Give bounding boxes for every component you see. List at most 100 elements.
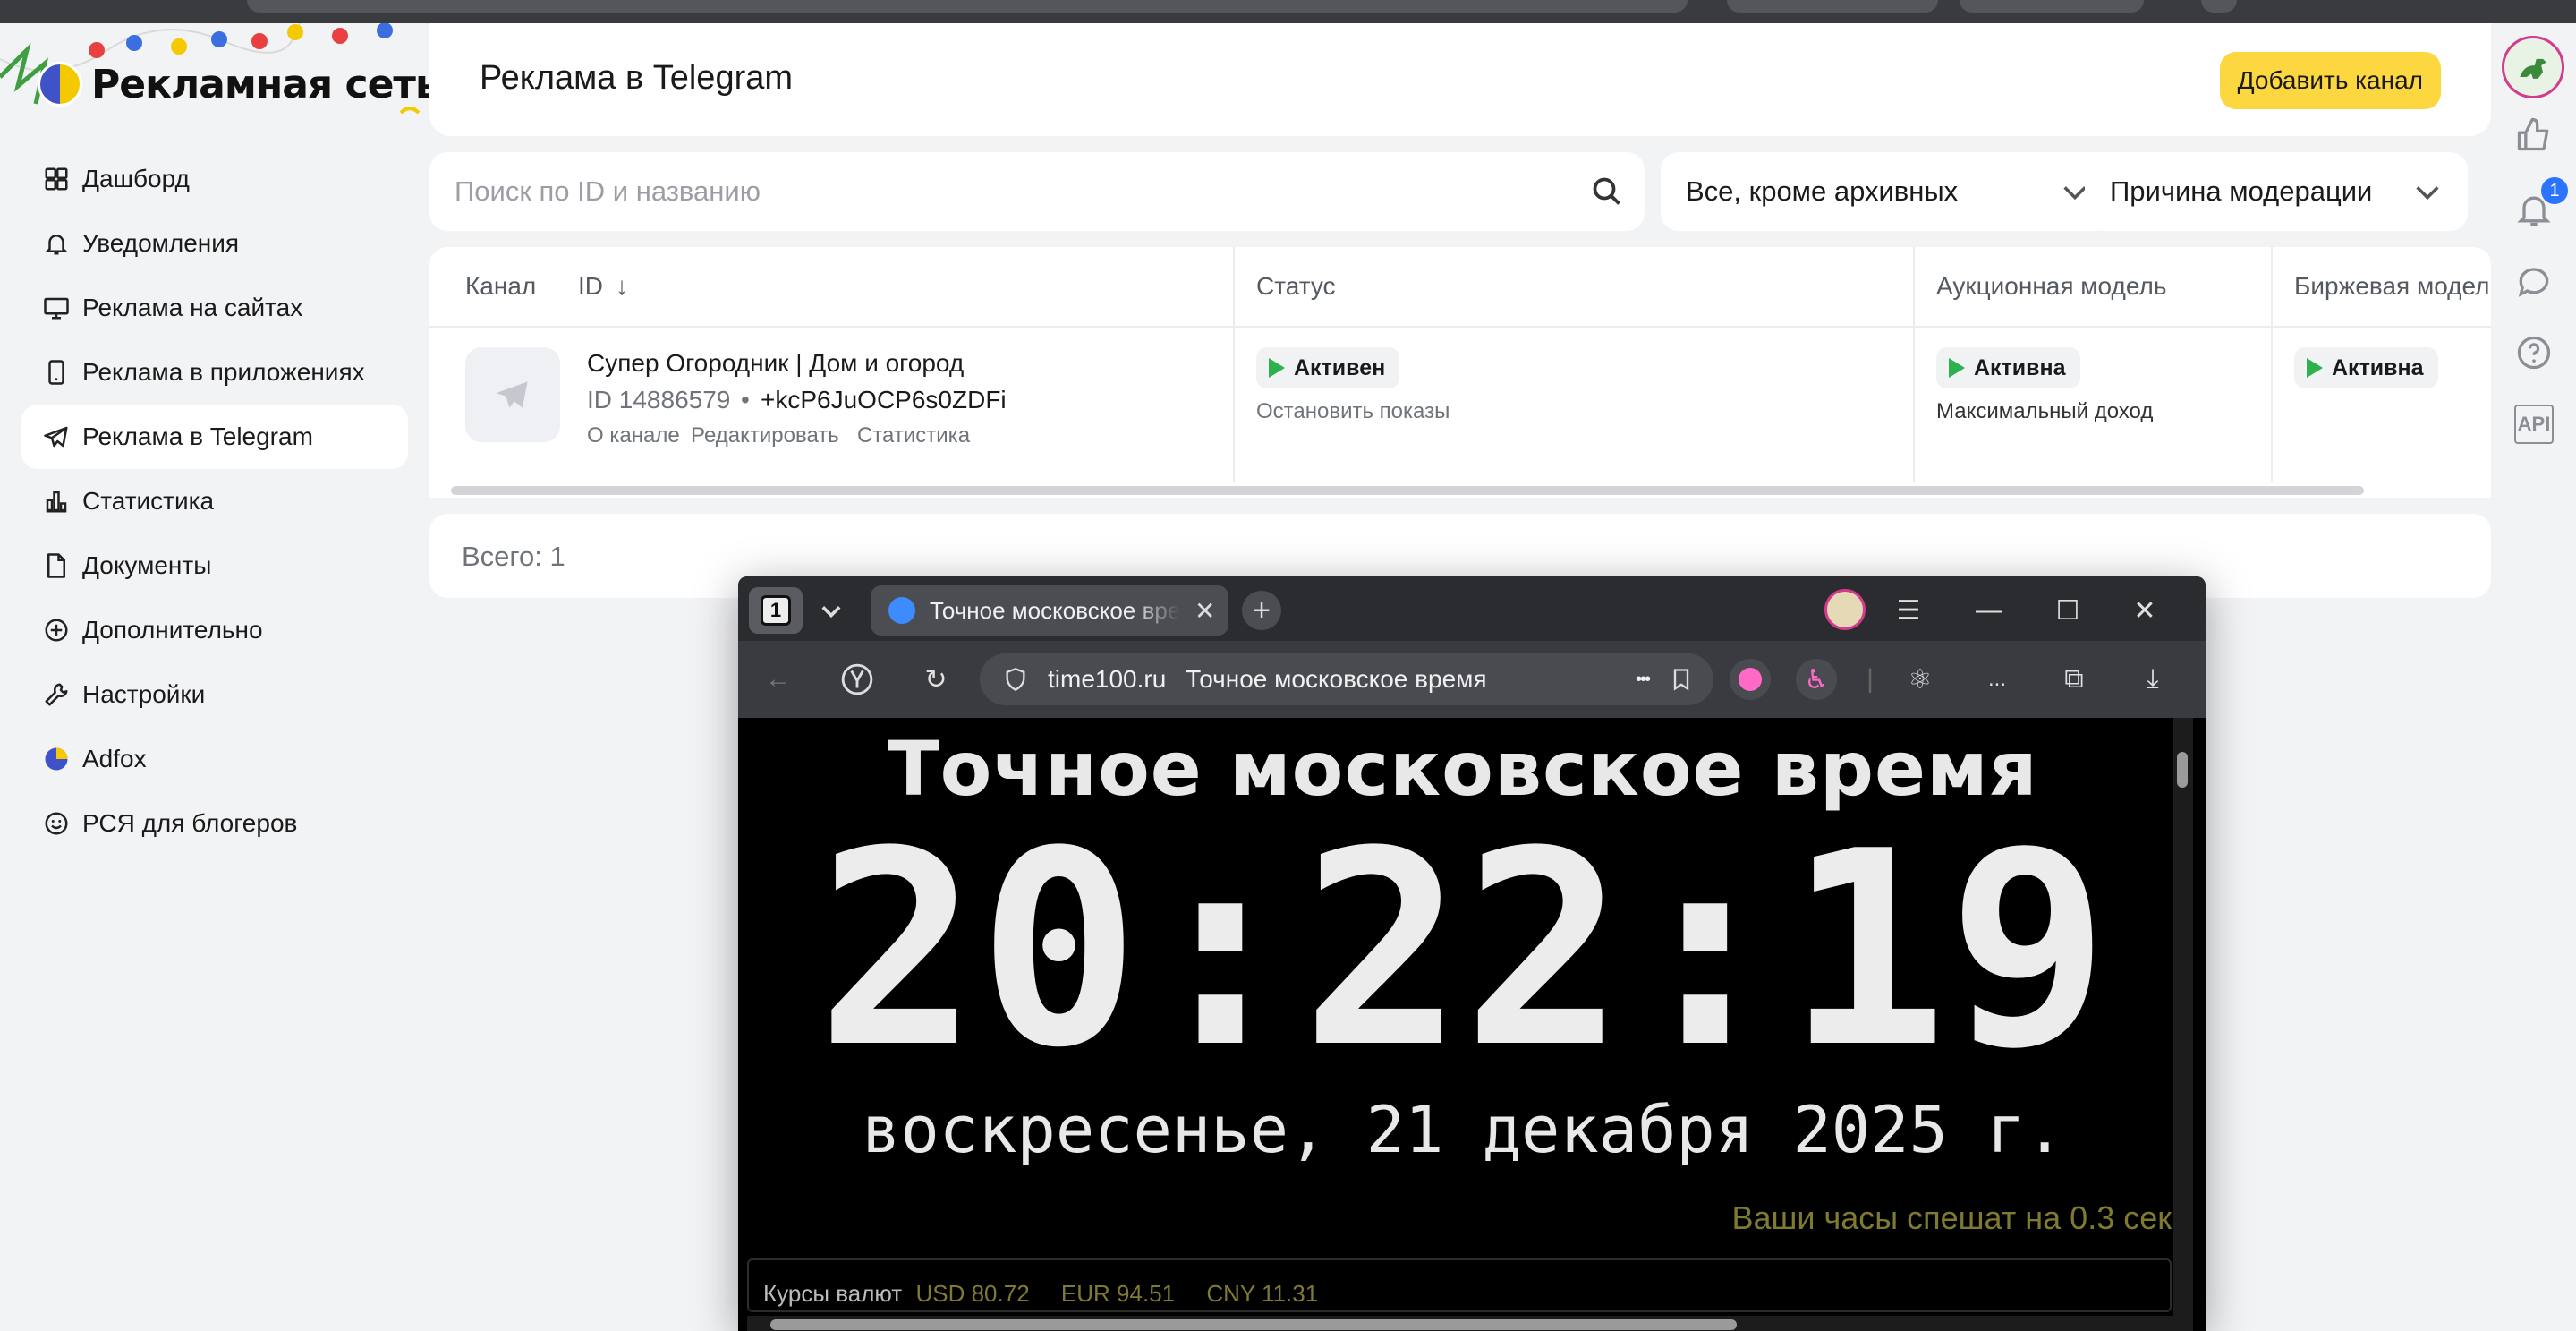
adfox-icon (43, 746, 70, 772)
host-toolbar-pill[interactable] (1960, 0, 2144, 13)
moderation-filter-value: Причина модерации (2110, 175, 2373, 207)
rate-cny: CNY 11.31 (1206, 1280, 1319, 1307)
reload-icon[interactable]: ↻ (915, 659, 956, 700)
channel-id: ID 14886579 (587, 386, 731, 414)
status-badge-label: Активен (1294, 354, 1386, 380)
search-field[interactable] (429, 152, 1645, 231)
plus-circle-icon (43, 617, 70, 644)
status-filter-value: Все, кроме архивных (1686, 175, 1959, 207)
stop-ads-link[interactable]: Остановить показы (1256, 399, 1450, 424)
bell-icon (43, 230, 70, 257)
help-icon[interactable] (2514, 333, 2554, 372)
sidebar-item-dashboard[interactable]: Дашборд (21, 147, 408, 211)
sidebar-item-label: Реклама в приложениях (82, 358, 365, 386)
add-channel-button[interactable]: Добавить канал (2219, 52, 2441, 109)
exchange-status-badge: Активна (2294, 347, 2438, 388)
tab-close-icon[interactable]: ✕ (1194, 596, 1215, 626)
chat-icon[interactable] (2514, 261, 2554, 301)
page-vertical-scroll-thumb[interactable] (2177, 752, 2188, 788)
address-bar[interactable]: time100.ru Точное московское время ••• (980, 653, 1713, 705)
browser-profile-avatar[interactable] (1824, 589, 1866, 630)
api-icon[interactable]: API (2514, 405, 2554, 444)
column-header-channel[interactable]: Канал (465, 247, 536, 326)
logo[interactable]: Рекламная сеть (38, 55, 440, 113)
page-vertical-scrollbar[interactable] (2173, 718, 2193, 1331)
current-date: воскресенье, 21 декабря 2025 г. (862, 1092, 2064, 1167)
new-tab-button[interactable]: + (1242, 591, 1281, 630)
sidebar-item-adfox[interactable]: Adfox (21, 727, 408, 791)
play-icon (2307, 358, 2323, 378)
back-icon[interactable]: ← (758, 659, 799, 700)
sidebar-item-telegram[interactable]: Реклама в Telegram (21, 405, 408, 469)
page-horizontal-scroll-thumb[interactable] (770, 1319, 1737, 1330)
column-header-id[interactable]: ID ↓ (578, 247, 628, 326)
sidebar-item-label: Реклама в Telegram (82, 422, 313, 450)
host-toolbar-pill[interactable] (1727, 0, 1938, 13)
sidebar-item-documents[interactable]: Документы (21, 533, 408, 598)
moderation-filter-select[interactable]: Причина модерации (2085, 152, 2468, 231)
logo-text: Рекламная сеть (91, 61, 440, 107)
search-input[interactable] (455, 152, 1564, 231)
channel-stats-link[interactable]: Статистика (857, 423, 970, 448)
chevron-down-icon[interactable] (812, 591, 851, 630)
maximize-icon[interactable]: ☐ (2048, 591, 2087, 630)
alice-assistant-icon[interactable] (1730, 659, 1771, 700)
column-header-status[interactable]: Статус (1256, 247, 1336, 326)
header-divider (429, 326, 2491, 328)
auction-status-badge: Активна (1936, 347, 2080, 388)
logo-mark-icon (38, 62, 82, 107)
dashboard-icon (43, 166, 70, 192)
status-filter-select[interactable]: Все, кроме архивных (1661, 152, 2115, 231)
address-domain: time100.ru (1048, 665, 1167, 693)
search-icon[interactable] (1591, 175, 1623, 208)
id-separator: • (741, 386, 750, 414)
yandex-home-icon[interactable] (837, 659, 878, 700)
telegram-plane-icon (496, 381, 528, 408)
column-header-auction[interactable]: Аукционная модель (1936, 247, 2166, 326)
about-channel-link[interactable]: О канале (587, 423, 680, 448)
column-header-exchange[interactable]: Биржевая модел (2294, 247, 2490, 326)
auction-model-note: Максимальный доход (1936, 399, 2154, 423)
host-browser-strip (0, 0, 2576, 23)
browser-menu-icon[interactable]: ☰ (1889, 591, 1928, 630)
sidebar-item-statistics[interactable]: Статистика (21, 469, 408, 533)
close-window-icon[interactable]: ✕ (2125, 591, 2164, 630)
react-devtools-icon[interactable]: ⚛ (1900, 659, 1941, 700)
tab-title: Точное московское время (930, 596, 1180, 624)
host-address-pill[interactable] (247, 0, 1688, 13)
channel-name[interactable]: Супер Огородник | Дом и огород (587, 349, 964, 378)
sidebar-item-label: Документы (82, 551, 212, 579)
play-icon (1269, 358, 1285, 378)
sidebar-item-label: Статистика (82, 487, 215, 515)
accessibility-icon[interactable]: ♿ (1796, 659, 1837, 700)
downloads-icon[interactable]: ⤓ (2132, 659, 2173, 700)
edit-channel-link[interactable]: Редактировать (691, 423, 839, 448)
extensions-more-icon[interactable]: ... (1977, 659, 2018, 700)
minimize-icon[interactable]: — (1969, 591, 2009, 630)
user-avatar[interactable] (2502, 36, 2564, 98)
host-toolbar-pill[interactable] (2201, 0, 2237, 13)
address-more-icon[interactable]: ••• (1636, 670, 1651, 690)
sidebar-item-sites[interactable]: Реклама на сайтах (21, 276, 408, 340)
sidebar-item-label: Реклама на сайтах (82, 294, 303, 321)
like-icon[interactable] (2514, 115, 2554, 154)
clock-offset-note: Ваши часы спешат на 0.3 сек (1731, 1199, 2172, 1236)
bookmark-icon[interactable] (1669, 666, 1694, 693)
sidebar-item-settings[interactable]: Настройки (21, 662, 408, 727)
telegram-icon (43, 423, 70, 450)
translate-icon[interactable]: ⧉ (2053, 659, 2095, 700)
dinosaur-icon (2520, 58, 2546, 79)
sidebar-item-notifications[interactable]: Уведомления (21, 211, 408, 276)
browser-tab-active[interactable]: Точное московское время ✕ (871, 585, 1228, 636)
smile-icon (43, 810, 70, 837)
sidebar-item-apps[interactable]: Реклама в приложениях (21, 340, 408, 405)
rate-eur: EUR 94.51 (1060, 1280, 1176, 1307)
sidebar-item-label: Adfox (82, 745, 147, 772)
sidebar-item-additional[interactable]: Дополнительно (21, 598, 408, 662)
sidebar-item-bloggers[interactable]: РСЯ для блогеров (21, 791, 408, 856)
wrench-icon (43, 681, 70, 708)
rates-label: Курсы валют (763, 1280, 903, 1307)
table-horizontal-scrollbar[interactable] (451, 486, 2364, 495)
tab-counter-button[interactable]: 1 (749, 587, 803, 634)
phone-icon (43, 359, 70, 386)
